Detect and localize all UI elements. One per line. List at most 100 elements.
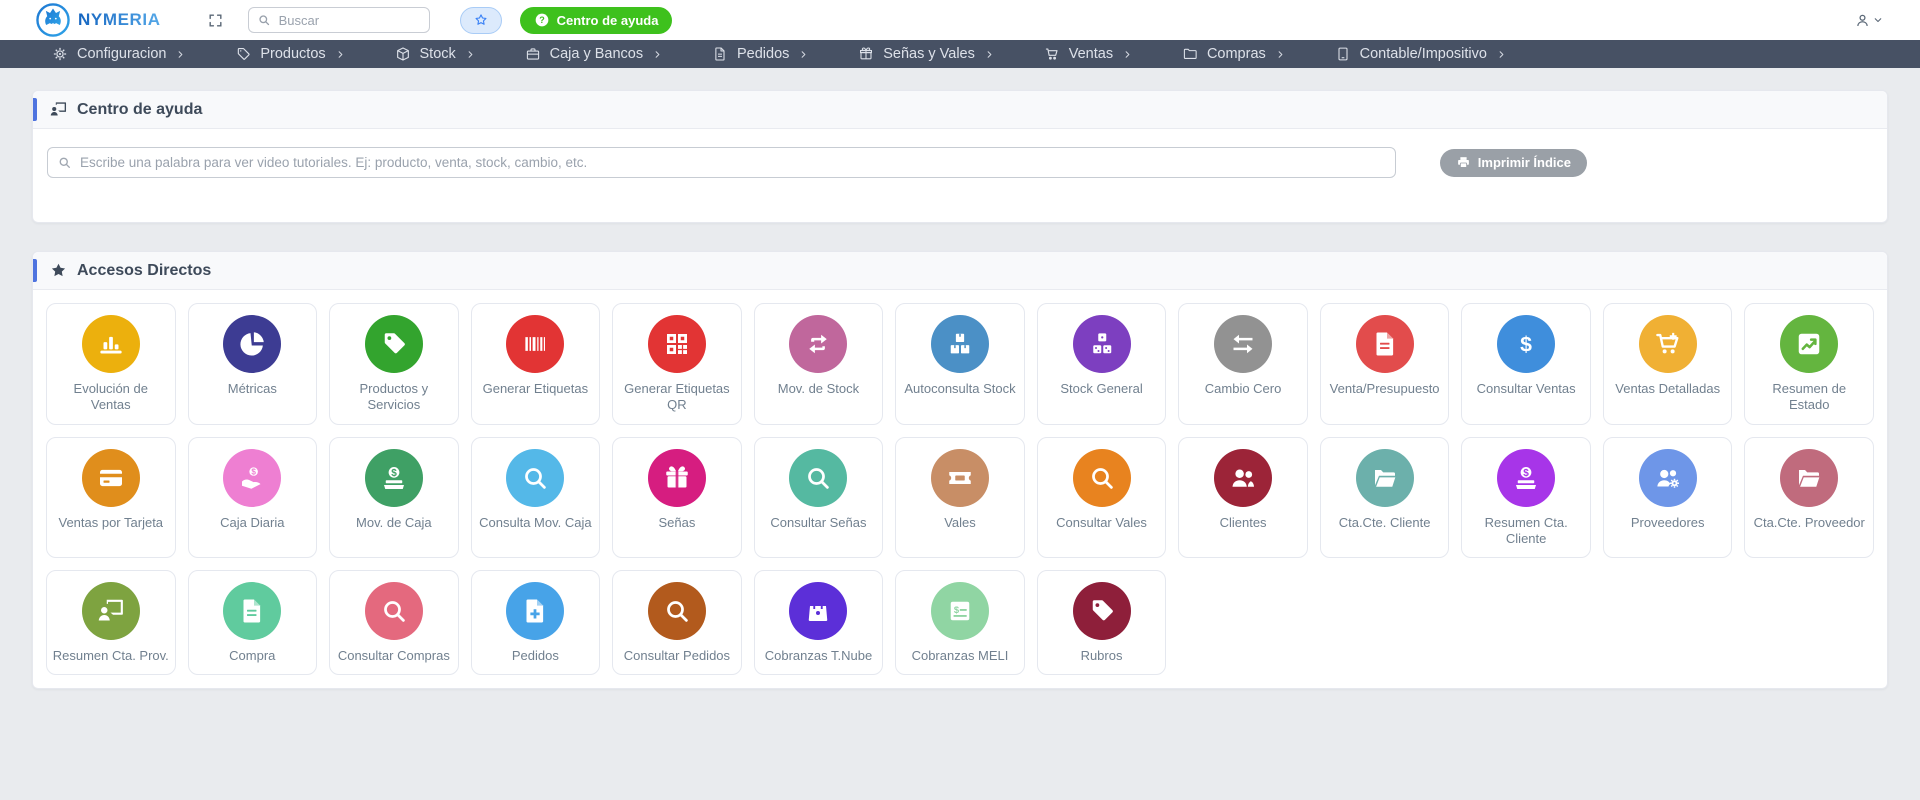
shortcut-consulta-mov-caja[interactable]: Consulta Mov. Caja [471, 437, 601, 559]
favorites-button[interactable] [460, 7, 502, 34]
shortcut-cta-cte-proveedor[interactable]: Cta.Cte. Proveedor [1744, 437, 1874, 559]
repeat-icon [789, 315, 847, 373]
shortcut-mov-de-stock[interactable]: Mov. de Stock [754, 303, 884, 425]
shortcut-label: Consulta Mov. Caja [479, 515, 591, 531]
nav-item-label: Ventas [1069, 46, 1113, 62]
shortcut-generar-etiquetas[interactable]: Generar Etiquetas [471, 303, 601, 425]
shortcut-pedidos[interactable]: Pedidos [471, 570, 601, 675]
search-icon [365, 582, 423, 640]
shortcut-resumen-cta-prov[interactable]: Resumen Cta. Prov. [46, 570, 176, 675]
tags-icon [365, 315, 423, 373]
svg-text:$: $ [954, 605, 960, 615]
shortcut-vales[interactable]: Vales [895, 437, 1025, 559]
fullscreen-icon[interactable] [207, 12, 224, 29]
shortcut-label: Resumen de Estado [1750, 381, 1868, 414]
cart-o-icon [1044, 46, 1060, 62]
search-icon [506, 449, 564, 507]
help-center-body: Imprimir Índice [33, 129, 1887, 222]
shortcut-proveedores[interactable]: Proveedores [1603, 437, 1733, 559]
file-o-icon [712, 46, 728, 62]
shortcut-resumen-de-estado[interactable]: Resumen de Estado [1744, 303, 1874, 425]
chevron-down-icon [1872, 14, 1884, 26]
file-invoice-icon [223, 582, 281, 640]
shortcut-cobranzas-meli[interactable]: $Cobranzas MELI [895, 570, 1025, 675]
nav-item-configuracion[interactable]: Configuracion [52, 46, 186, 62]
nav-item-label: Stock [420, 46, 456, 62]
chevron-right-icon [1275, 49, 1286, 60]
shortcut-cobranzas-t-nube[interactable]: Cobranzas T.Nube [754, 570, 884, 675]
shortcut-cambio-cero[interactable]: Cambio Cero [1178, 303, 1308, 425]
help-center-title: Centro de ayuda [77, 101, 202, 119]
header-search-input[interactable] [248, 7, 430, 33]
gift-o-icon [858, 46, 874, 62]
help-search-input[interactable] [47, 147, 1396, 178]
shortcut-rubros[interactable]: Rubros [1037, 570, 1167, 675]
file-invoice-icon [1356, 315, 1414, 373]
shortcut-se-as[interactable]: Señas [612, 437, 742, 559]
user-menu[interactable] [1854, 12, 1884, 29]
header-search [248, 7, 430, 33]
help-center-button-label: Centro de ayuda [557, 13, 659, 28]
shortcut-clientes[interactable]: Clientes [1178, 437, 1308, 559]
shortcut-consultar-ventas[interactable]: $ Consultar Ventas [1461, 303, 1591, 425]
shortcut-resumen-cta-cliente[interactable]: $Resumen Cta. Cliente [1461, 437, 1591, 559]
shortcut-m-tricas[interactable]: Métricas [188, 303, 318, 425]
shortcut-label: Mov. de Stock [778, 381, 859, 397]
nav-item-label: Configuracion [77, 46, 166, 62]
nav-item-stock[interactable]: Stock [395, 46, 476, 62]
package-icon [395, 46, 411, 62]
print-index-button[interactable]: Imprimir Índice [1440, 149, 1587, 177]
nav-item-productos[interactable]: Productos [235, 46, 345, 62]
money-insert-icon: $ [365, 449, 423, 507]
shortcut-label: Consultar Ventas [1477, 381, 1576, 397]
shortcut-label: Cta.Cte. Proveedor [1754, 515, 1865, 531]
shortcut-generar-etiquetas-qr[interactable]: Generar Etiquetas QR [612, 303, 742, 425]
shortcut-label: Ventas Detalladas [1615, 381, 1720, 397]
shortcut-label: Compra [229, 648, 275, 664]
nav-item-label: Productos [260, 46, 325, 62]
search-icon [257, 13, 271, 27]
shortcut-label: Caja Diaria [220, 515, 284, 531]
help-center-header: Centro de ayuda [33, 91, 1887, 129]
shortcut-autoconsulta-stock[interactable]: Autoconsulta Stock [895, 303, 1025, 425]
nav-menu: Configuracion Productos Stock Caja y Bancos… [0, 46, 1507, 62]
shortcut-consultar-se-as[interactable]: Consultar Señas [754, 437, 884, 559]
user-icon [1854, 12, 1871, 29]
logo[interactable]: NYMERIA [36, 3, 161, 37]
shortcut-consultar-compras[interactable]: Consultar Compras [329, 570, 459, 675]
shortcut-evoluci-n-de-ventas[interactable]: Evolución de Ventas [46, 303, 176, 425]
boxes-icon [931, 315, 989, 373]
shortcut-stock-general[interactable]: Stock General [1037, 303, 1167, 425]
gear-icon [52, 46, 68, 62]
shortcut-cta-cte-cliente[interactable]: Cta.Cte. Cliente [1320, 437, 1450, 559]
logo-text: NYMERIA [78, 10, 161, 30]
shortcut-caja-diaria[interactable]: $ Caja Diaria [188, 437, 318, 559]
folder-open-icon [1356, 449, 1414, 507]
svg-text:$: $ [1523, 467, 1529, 478]
shortcut-label: Evolución de Ventas [52, 381, 170, 414]
nav-item-compras[interactable]: Compras [1182, 46, 1286, 62]
chevron-right-icon [175, 49, 186, 60]
search-icon [57, 155, 72, 170]
svg-text:$: $ [391, 467, 397, 478]
help-center-button[interactable]: ? Centro de ayuda [520, 7, 673, 34]
hand-coin-icon: $ [223, 449, 281, 507]
shortcut-productos-y-servicios[interactable]: Productos y Servicios [329, 303, 459, 425]
nav-item-ventas[interactable]: Ventas [1044, 46, 1133, 62]
nav-item-se-as-y-vales[interactable]: Señas y Vales [858, 46, 995, 62]
dollar-icon: $ [1497, 315, 1555, 373]
shortcut-compra[interactable]: Compra [188, 570, 318, 675]
nav-item-pedidos[interactable]: Pedidos [712, 46, 809, 62]
nav-item-contable-impositivo[interactable]: Contable/Impositivo [1335, 46, 1507, 62]
nav-item-caja-y-bancos[interactable]: Caja y Bancos [525, 46, 664, 62]
chevron-right-icon [798, 49, 809, 60]
shortcut-ventas-por-tarjeta[interactable]: Ventas por Tarjeta [46, 437, 176, 559]
chevron-right-icon [1122, 49, 1133, 60]
shortcut-mov-de-caja[interactable]: $Mov. de Caja [329, 437, 459, 559]
shortcut-label: Cobranzas T.Nube [765, 648, 872, 664]
shortcut-consultar-vales[interactable]: Consultar Vales [1037, 437, 1167, 559]
shortcut-venta-presupuesto[interactable]: Venta/Presupuesto [1320, 303, 1450, 425]
shortcut-consultar-pedidos[interactable]: Consultar Pedidos [612, 570, 742, 675]
shortcut-ventas-detalladas[interactable]: Ventas Detalladas [1603, 303, 1733, 425]
shortcut-label: Clientes [1220, 515, 1267, 531]
